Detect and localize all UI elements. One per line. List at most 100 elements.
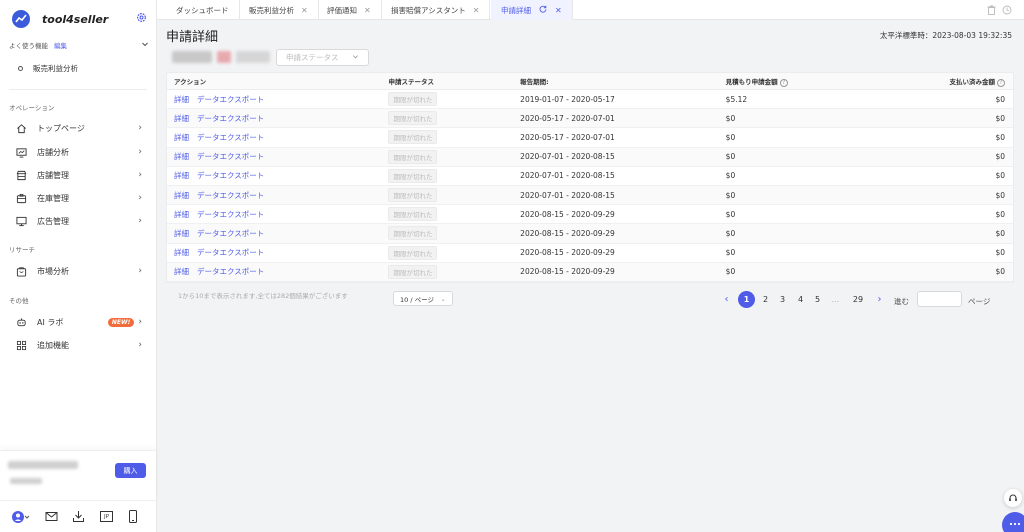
sidebar-item-add-ons[interactable]: 追加機能 › — [16, 338, 142, 352]
row-period: 2020-07-01 - 2020-08-15 — [520, 171, 615, 181]
data-export-link[interactable]: データエクスポート — [197, 114, 264, 123]
next-page-icon[interactable]: › — [871, 291, 888, 308]
close-icon[interactable]: ✕ — [301, 6, 308, 15]
sidebar-item-market-analysis[interactable]: 市場分析 › — [16, 264, 142, 278]
page-number[interactable]: 1 — [738, 291, 755, 308]
tab-dashboard[interactable]: ダッシュボード — [166, 0, 240, 20]
data-export-link[interactable]: データエクスポート — [197, 171, 264, 180]
status-badge: 期限が切れた — [388, 168, 438, 183]
prev-page-icon[interactable]: ‹ — [718, 291, 735, 308]
row-estimate: $0 — [725, 171, 736, 181]
sidebar-item-top-page[interactable]: トップページ › — [16, 121, 142, 135]
row-actions: 詳細 データエクスポート — [167, 170, 388, 181]
page-number[interactable]: 3 — [774, 291, 791, 308]
detail-link[interactable]: 詳細 — [174, 95, 189, 104]
monitor-chart-icon — [16, 147, 27, 158]
tab-sales-profit[interactable]: 販売利益分析 ✕ — [239, 0, 319, 20]
row-paid: $0 — [995, 132, 1005, 142]
row-status: 期限が切れた — [388, 226, 520, 241]
status-badge: 期限が切れた — [388, 226, 438, 241]
detail-link[interactable]: 詳細 — [174, 229, 189, 238]
detail-link[interactable]: 詳細 — [174, 210, 189, 219]
divider — [9, 89, 147, 90]
refresh-icon[interactable] — [539, 5, 547, 15]
sidebar-item-label: 市場分析 — [37, 266, 69, 276]
tab-damage-assistant[interactable]: 損害賠償アシスタント ✕ — [381, 0, 491, 20]
close-icon[interactable]: ✕ — [364, 6, 371, 15]
redacted-marketplace-name[interactable] — [236, 51, 270, 63]
mail-icon[interactable] — [45, 510, 58, 525]
history-clock-icon[interactable] — [1002, 5, 1012, 17]
detail-link[interactable]: 詳細 — [174, 191, 189, 200]
sidebar-item-store-analysis[interactable]: 店舗分析 › — [16, 145, 142, 159]
detail-link[interactable]: 詳細 — [174, 171, 189, 180]
row-estimate: $0 — [725, 267, 736, 277]
row-paid: $0 — [995, 113, 1005, 123]
download-icon[interactable] — [72, 510, 85, 525]
page-number[interactable]: 5 — [809, 291, 826, 308]
detail-link[interactable]: 詳細 — [174, 248, 189, 257]
tab-review-notice[interactable]: 評価通知 ✕ — [317, 0, 382, 20]
status-select[interactable]: 申請ステータス — [276, 49, 369, 66]
avatar-icon[interactable] — [12, 510, 30, 526]
section-title-research: リサーチ — [9, 246, 35, 254]
data-export-link[interactable]: データエクスポート — [197, 152, 264, 161]
table-row: 詳細 データエクスポート 期限が切れた 2020-05-17 - 2020-07-01… — [167, 109, 1013, 129]
page-ellipsis[interactable]: ... — [827, 291, 844, 308]
redacted-marketplace-flag[interactable] — [217, 51, 231, 63]
page-number[interactable]: 4 — [792, 291, 809, 308]
chevron-down-icon[interactable] — [141, 40, 149, 50]
row-actions: 詳細 データエクスポート — [167, 247, 388, 258]
sidebar-item-ai-lab[interactable]: AI ラボ NEW! › — [16, 315, 142, 329]
sidebar-item-label: トップページ — [37, 123, 85, 133]
page-size-select[interactable]: 10 / ページ ⌄ — [393, 291, 453, 306]
favorite-item-sales-profit[interactable]: 販売利益分析 — [18, 63, 78, 74]
row-period: 2020-05-17 - 2020-07-01 — [520, 113, 615, 123]
data-export-link[interactable]: データエクスポート — [197, 229, 264, 238]
redacted-account-name — [8, 461, 78, 469]
goto-page-input[interactable] — [917, 291, 962, 307]
data-export-link[interactable]: データエクスポート — [197, 191, 264, 200]
tab-claim-details[interactable]: 申請詳細 ✕ — [491, 0, 573, 20]
data-export-link[interactable]: データエクスポート — [197, 210, 264, 219]
detail-link[interactable]: 詳細 — [174, 267, 189, 276]
trash-icon[interactable] — [987, 5, 996, 17]
close-icon[interactable]: ✕ — [473, 6, 480, 15]
tab-bar: ダッシュボード 販売利益分析 ✕ 評価通知 ✕ 損害賠償アシスタント ✕ 申請詳… — [157, 0, 1024, 20]
row-estimate: $0 — [725, 209, 736, 219]
data-export-link[interactable]: データエクスポート — [197, 95, 264, 104]
redacted-store-selector[interactable] — [172, 51, 212, 63]
data-export-link[interactable]: データエクスポート — [197, 133, 264, 142]
table-row: 詳細 データエクスポート 期限が切れた 2020-08-15 - 2020-09-29… — [167, 262, 1013, 282]
help-icon[interactable]: ? — [997, 78, 1005, 87]
detail-link[interactable]: 詳細 — [174, 114, 189, 123]
row-period: 2020-05-17 - 2020-07-01 — [520, 132, 615, 142]
row-status: 期限が切れた — [388, 92, 520, 107]
page-number[interactable]: 29 — [848, 291, 868, 308]
jp-language-icon[interactable]: JP — [100, 511, 113, 522]
sidebar-bottom-bar: JP — [0, 500, 156, 532]
row-period: 2020-08-15 - 2020-09-29 — [520, 267, 615, 277]
brand[interactable]: tool4seller — [12, 9, 108, 29]
row-status: 期限が切れた — [388, 245, 520, 260]
favorites-edit-link[interactable]: 編集 — [54, 40, 67, 50]
buy-button[interactable]: 購入 — [115, 463, 146, 478]
header-period[interactable]: 報告期間: — [520, 76, 726, 86]
detail-link[interactable]: 詳細 — [174, 133, 189, 142]
close-icon[interactable]: ✕ — [555, 6, 562, 15]
data-export-link[interactable]: データエクスポート — [197, 267, 264, 276]
sidebar-item-ad-management[interactable]: 広告管理 › — [16, 214, 142, 228]
data-export-link[interactable]: データエクスポート — [197, 248, 264, 257]
row-paid: $0 — [995, 94, 1005, 104]
help-icon[interactable]: ? — [779, 78, 788, 87]
page-number[interactable]: 2 — [757, 291, 774, 308]
settings-gear-icon[interactable] — [136, 12, 147, 25]
chat-menu-icon[interactable] — [1002, 512, 1024, 532]
detail-link[interactable]: 詳細 — [174, 152, 189, 161]
header-estimate-label: 見積もり申請金額 — [725, 77, 778, 86]
row-estimate: $5.12 — [725, 94, 748, 104]
sidebar-item-store-management[interactable]: 店舗管理 › — [16, 168, 142, 182]
support-headset-icon[interactable] — [1004, 489, 1022, 507]
sidebar-item-inventory-management[interactable]: 在庫管理 › — [16, 191, 142, 205]
mobile-icon[interactable] — [128, 510, 138, 525]
